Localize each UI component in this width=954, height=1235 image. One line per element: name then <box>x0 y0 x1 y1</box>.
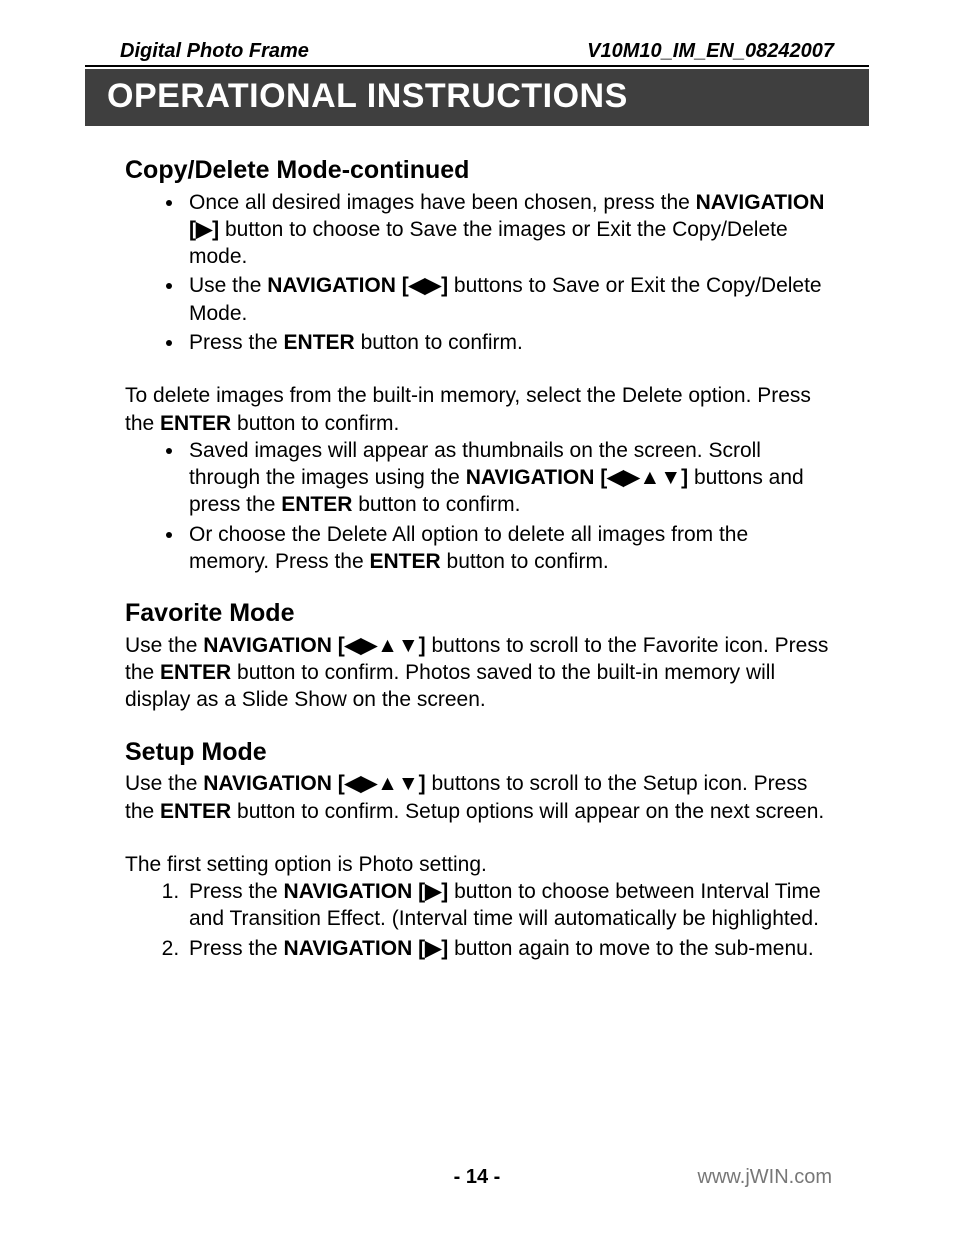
footer-url: www.jWIN.com <box>698 1166 832 1189</box>
page-header: Digital Photo Frame V10M10_IM_EN_0824200… <box>85 40 869 67</box>
enter-label: ENTER <box>160 412 231 435</box>
nav-right-icon: NAVIGATION [▶] <box>284 937 449 960</box>
page-footer: - 14 - www.jWIN.com <box>0 1166 954 1189</box>
list-item: Saved images will appear as thumbnails o… <box>185 437 829 519</box>
nav-left-right-icon: NAVIGATION [◀▶] <box>267 274 448 297</box>
enter-label: ENTER <box>370 550 441 573</box>
enter-label: ENTER <box>284 331 355 354</box>
enter-label: ENTER <box>160 800 231 823</box>
header-right: V10M10_IM_EN_08242007 <box>587 40 834 63</box>
heading-setup: Setup Mode <box>125 736 829 769</box>
nav-all-icon: NAVIGATION [◀▶▲▼] <box>203 772 425 795</box>
nav-right-icon: NAVIGATION [▶] <box>284 880 449 903</box>
enter-label: ENTER <box>281 493 352 516</box>
bullet-list: Once all desired images have been chosen… <box>125 189 829 357</box>
heading-favorite: Favorite Mode <box>125 597 829 630</box>
list-item: Use the NAVIGATION [◀▶] buttons to Save … <box>185 272 829 327</box>
list-item: Press the NAVIGATION [▶] button to choos… <box>185 878 829 933</box>
header-left: Digital Photo Frame <box>120 40 309 63</box>
numbered-list: Press the NAVIGATION [▶] button to choos… <box>125 878 829 962</box>
paragraph: Use the NAVIGATION [◀▶▲▼] buttons to scr… <box>125 770 829 825</box>
list-item: Or choose the Delete All option to delet… <box>185 521 829 576</box>
page-number: - 14 - <box>454 1166 501 1189</box>
list-item: Once all desired images have been chosen… <box>185 189 829 271</box>
paragraph: Use the NAVIGATION [◀▶▲▼] buttons to scr… <box>125 632 829 714</box>
enter-label: ENTER <box>160 661 231 684</box>
heading-copy-delete: Copy/Delete Mode-continued <box>125 154 829 187</box>
list-item: Press the ENTER button to confirm. <box>185 329 829 356</box>
section-banner: OPERATIONAL INSTRUCTIONS <box>85 69 869 126</box>
list-item: Press the NAVIGATION [▶] button again to… <box>185 935 829 962</box>
body-content: Copy/Delete Mode-continued Once all desi… <box>95 126 859 962</box>
bullet-list: Saved images will appear as thumbnails o… <box>125 437 829 575</box>
paragraph: To delete images from the built-in memor… <box>125 382 829 437</box>
nav-all-icon: NAVIGATION [◀▶▲▼] <box>466 466 688 489</box>
document-page: Digital Photo Frame V10M10_IM_EN_0824200… <box>0 0 954 1235</box>
paragraph: The first setting option is Photo settin… <box>125 851 829 878</box>
nav-all-icon: NAVIGATION [◀▶▲▼] <box>203 634 425 657</box>
